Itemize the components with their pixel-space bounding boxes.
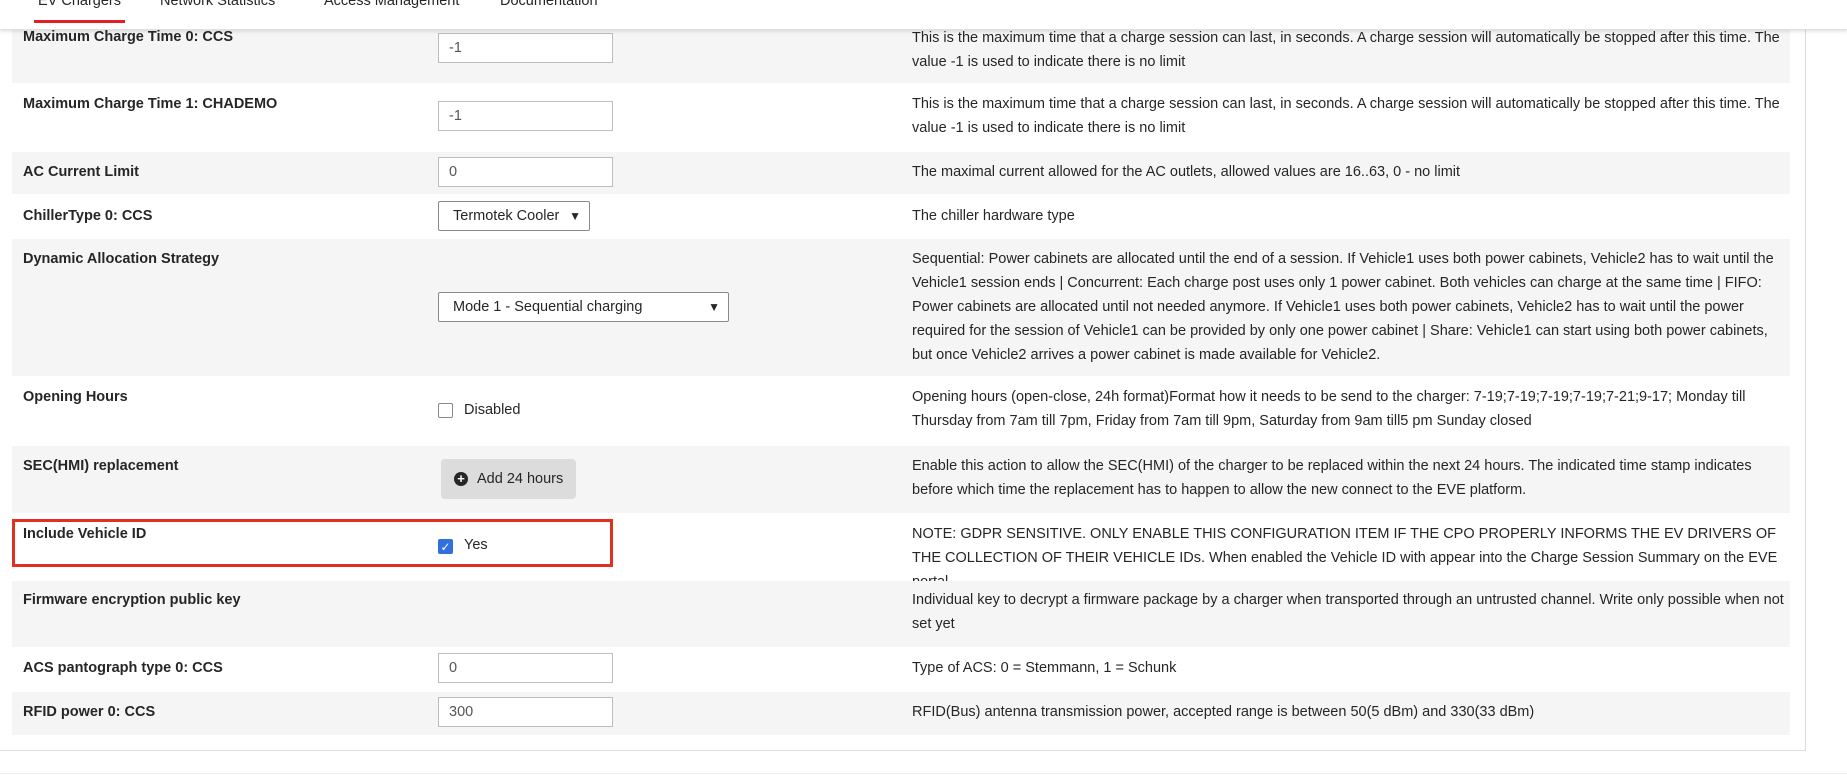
setting-label: Opening Hours (23, 389, 128, 405)
setting-description: Opening hours (open-close, 24h format)Fo… (912, 389, 1746, 429)
checkmark-icon: ✓ (440, 540, 451, 554)
setting-row-rfid-power: RFID power 0: CCS 300 RFID(Bus) antenna … (12, 692, 1790, 735)
setting-label: AC Current Limit (23, 164, 139, 180)
setting-row-sec-hmi-replacement: SEC(HMI) replacement + Add 24 hours Enab… (12, 446, 1790, 513)
setting-description: The maximal current allowed for the AC o… (912, 164, 1461, 180)
chevron-down-icon: ▼ (708, 300, 720, 314)
setting-row-max-charge-time-ccs: Maximum Charge Time 0: CCS -1 This is th… (12, 28, 1790, 83)
include-vehicle-id-checkbox[interactable]: ✓ (438, 539, 453, 554)
rfid-power-input[interactable]: 300 (438, 697, 613, 727)
tab-network-statistics[interactable]: Network Statistics (160, 0, 275, 28)
acs-pantograph-type-input[interactable]: 0 (438, 653, 613, 683)
page-divider (0, 773, 1847, 774)
chiller-type-selected-value: Termotek Cooler (453, 208, 560, 224)
opening-hours-checkbox[interactable] (438, 403, 453, 418)
setting-description: Enable this action to allow the SEC(HMI)… (912, 458, 1752, 498)
chevron-down-icon: ▼ (569, 209, 581, 223)
add-24-hours-button[interactable]: + Add 24 hours (441, 459, 576, 499)
setting-label: Include Vehicle ID (23, 526, 147, 542)
setting-label: SEC(HMI) replacement (23, 458, 179, 474)
top-navigation: EV Chargers Network Statistics Access Ma… (0, 0, 1847, 30)
plus-circle-icon: + (454, 472, 468, 486)
setting-description: Sequential: Power cabinets are allocated… (912, 251, 1774, 363)
setting-row-include-vehicle-id: Include Vehicle ID ✓ Yes NOTE: GDPR SENS… (12, 514, 1790, 590)
max-charge-time-ccs-input[interactable]: -1 (438, 33, 613, 63)
chiller-type-select[interactable]: Termotek Cooler ▼ (438, 201, 590, 231)
setting-label: ChillerType 0: CCS (23, 208, 153, 224)
setting-row-firmware-encryption-key: Firmware encryption public key Individua… (12, 581, 1790, 647)
add-24-hours-label: Add 24 hours (477, 471, 564, 487)
tab-documentation[interactable]: Documentation (500, 0, 598, 28)
setting-row-acs-pantograph-type: ACS pantograph type 0: CCS 0 Type of ACS… (12, 648, 1790, 691)
setting-label: RFID power 0: CCS (23, 704, 156, 720)
setting-description: Type of ACS: 0 = Stemmann, 1 = Schunk (912, 660, 1177, 676)
opening-hours-checkbox-label: Disabled (464, 402, 521, 418)
include-vehicle-id-checkbox-label: Yes (464, 537, 488, 553)
setting-row-dynamic-allocation-strategy: Dynamic Allocation Strategy Mode 1 - Seq… (12, 239, 1790, 376)
setting-label: Dynamic Allocation Strategy (23, 251, 220, 267)
setting-label: Maximum Charge Time 1: CHADEMO (23, 96, 278, 112)
setting-row-max-charge-time-chademo: Maximum Charge Time 1: CHADEMO -1 This i… (12, 88, 1790, 150)
tab-ev-chargers[interactable]: EV Chargers (33, 0, 126, 28)
setting-description: Individual key to decrypt a firmware pac… (912, 592, 1784, 632)
setting-row-ac-current-limit: AC Current Limit 0 The maximal current a… (12, 152, 1790, 194)
setting-label: Firmware encryption public key (23, 592, 241, 608)
tab-access-management[interactable]: Access Management (324, 0, 459, 28)
setting-description: This is the maximum time that a charge s… (912, 96, 1780, 136)
setting-label: Maximum Charge Time 0: CCS (23, 29, 234, 45)
setting-row-chiller-type: ChillerType 0: CCS Termotek Cooler ▼ The… (12, 196, 1790, 238)
setting-row-opening-hours: Opening Hours Disabled Opening hours (op… (12, 378, 1790, 444)
setting-description: This is the maximum time that a charge s… (912, 30, 1780, 70)
setting-label: ACS pantograph type 0: CCS (23, 660, 223, 676)
dynamic-allocation-strategy-select[interactable]: Mode 1 - Sequential charging ▼ (438, 292, 729, 322)
setting-description: The chiller hardware type (912, 208, 1075, 224)
ac-current-limit-input[interactable]: 0 (438, 157, 613, 187)
max-charge-time-chademo-input[interactable]: -1 (438, 101, 613, 131)
allocation-strategy-selected-value: Mode 1 - Sequential charging (453, 299, 643, 315)
setting-description: RFID(Bus) antenna transmission power, ac… (912, 704, 1535, 720)
